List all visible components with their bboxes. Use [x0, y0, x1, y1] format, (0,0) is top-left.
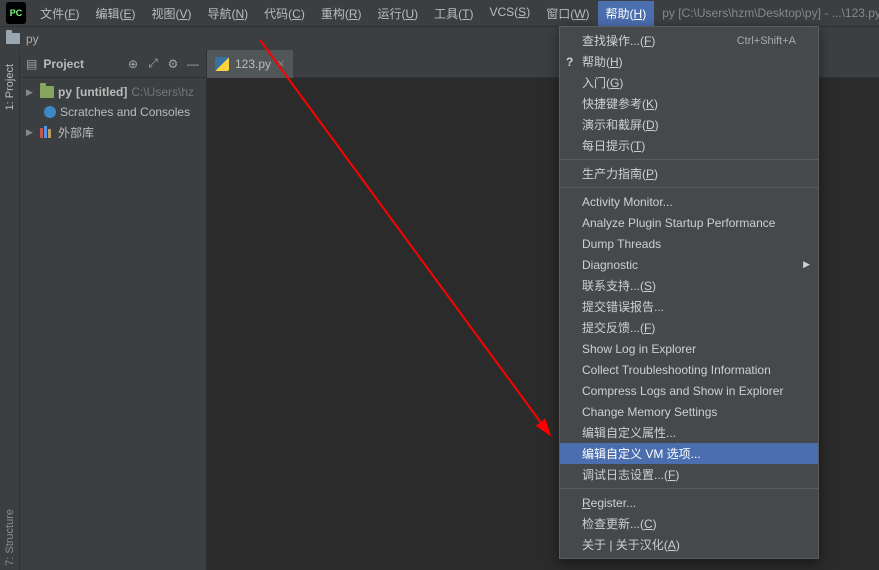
project-view-icon[interactable]: ▤: [26, 57, 37, 71]
file-tab[interactable]: 123.py ×: [207, 50, 293, 78]
expand-icon[interactable]: ⤢: [146, 57, 160, 71]
scratch-icon: [44, 106, 56, 118]
menu-item[interactable]: Compress Logs and Show in Explorer: [560, 380, 818, 401]
folder-icon: [40, 86, 54, 98]
menu-n[interactable]: 导航(N): [199, 1, 256, 26]
menu-item[interactable]: 检查更新...(C): [560, 513, 818, 534]
project-tree: ▶ py [untitled] C:\Users\hz Scratches an…: [20, 78, 206, 146]
menu-item[interactable]: 每日提示(T): [560, 135, 818, 156]
gear-icon[interactable]: ⚙: [166, 57, 180, 71]
menu-h[interactable]: 帮助(H): [598, 1, 655, 26]
menu-item[interactable]: Analyze Plugin Startup Performance: [560, 212, 818, 233]
tree-scratches[interactable]: Scratches and Consoles: [20, 102, 206, 122]
panel-header: ▤ Project ⊕ ⤢ ⚙ —: [20, 50, 206, 78]
menu-s[interactable]: VCS(S): [482, 1, 539, 26]
folder-icon: [6, 33, 20, 44]
menu-item[interactable]: Collect Troubleshooting Information: [560, 359, 818, 380]
menu-item[interactable]: 调试日志设置...(F): [560, 464, 818, 485]
menu-c[interactable]: 代码(C): [256, 1, 313, 26]
ide-logo: PC: [6, 2, 26, 24]
menu-item[interactable]: Dump Threads: [560, 233, 818, 254]
panel-title: Project: [43, 57, 84, 71]
menu-item[interactable]: 关于 | 关于汉化(A): [560, 534, 818, 555]
menu-f[interactable]: 文件(F): [32, 1, 87, 26]
menu-item[interactable]: 查找操作...(F)Ctrl+Shift+A: [560, 30, 818, 51]
menu-item[interactable]: Register...: [560, 492, 818, 513]
menu-item[interactable]: Show Log in Explorer: [560, 338, 818, 359]
menu-item[interactable]: 演示和截屏(D): [560, 114, 818, 135]
menu-item[interactable]: 编辑自定义 VM 选项...: [560, 443, 818, 464]
tool-tab-project[interactable]: 1: Project: [4, 60, 16, 114]
menu-item[interactable]: 编辑自定义属性...: [560, 422, 818, 443]
project-panel: ▤ Project ⊕ ⤢ ⚙ — ▶ py [untitled] C:\Use…: [20, 50, 207, 570]
menu-e[interactable]: 编辑(E): [87, 1, 143, 26]
menu-item[interactable]: 快捷键参考(K): [560, 93, 818, 114]
menu-separator: [560, 159, 818, 160]
breadcrumb-label: py: [26, 32, 39, 46]
window-title: py [C:\Users\hzm\Desktop\py] - ...\123.p…: [662, 6, 879, 20]
menu-item[interactable]: 生产力指南(P): [560, 163, 818, 184]
menubar: 文件(F)编辑(E)视图(V)导航(N)代码(C)重构(R)运行(U)工具(T)…: [32, 1, 654, 26]
menu-item[interactable]: Change Memory Settings: [560, 401, 818, 422]
menu-item[interactable]: 入门(G): [560, 72, 818, 93]
menu-t[interactable]: 工具(T): [426, 1, 481, 26]
library-icon: [40, 126, 54, 138]
menu-item[interactable]: Diagnostic▶: [560, 254, 818, 275]
menu-v[interactable]: 视图(V): [143, 1, 199, 26]
chevron-right-icon[interactable]: ▶: [26, 127, 36, 138]
menu-separator: [560, 187, 818, 188]
menu-u[interactable]: 运行(U): [369, 1, 426, 26]
left-gutter: 1: Project 7: Structure: [0, 50, 20, 570]
menu-w[interactable]: 窗口(W): [538, 1, 597, 26]
menu-item[interactable]: 联系支持...(S): [560, 275, 818, 296]
python-file-icon: [215, 57, 229, 71]
tree-root[interactable]: ▶ py [untitled] C:\Users\hz: [20, 82, 206, 102]
close-icon[interactable]: ×: [277, 56, 285, 71]
menu-separator: [560, 488, 818, 489]
menu-item[interactable]: 提交错误报告...: [560, 296, 818, 317]
menu-item[interactable]: ?帮助(H): [560, 51, 818, 72]
menu-item[interactable]: Activity Monitor...: [560, 191, 818, 212]
tree-ext-lib[interactable]: ▶ 外部库: [20, 122, 206, 142]
help-menu: 查找操作...(F)Ctrl+Shift+A?帮助(H)入门(G)快捷键参考(K…: [559, 26, 819, 559]
menu-item[interactable]: 提交反馈...(F): [560, 317, 818, 338]
menu-r[interactable]: 重构(R): [313, 1, 370, 26]
titlebar: PC 文件(F)编辑(E)视图(V)导航(N)代码(C)重构(R)运行(U)工具…: [0, 0, 879, 26]
chevron-right-icon[interactable]: ▶: [26, 87, 36, 98]
locate-icon[interactable]: ⊕: [126, 57, 140, 71]
tool-tab-structure[interactable]: 7: Structure: [4, 505, 16, 570]
hide-icon[interactable]: —: [186, 57, 200, 71]
